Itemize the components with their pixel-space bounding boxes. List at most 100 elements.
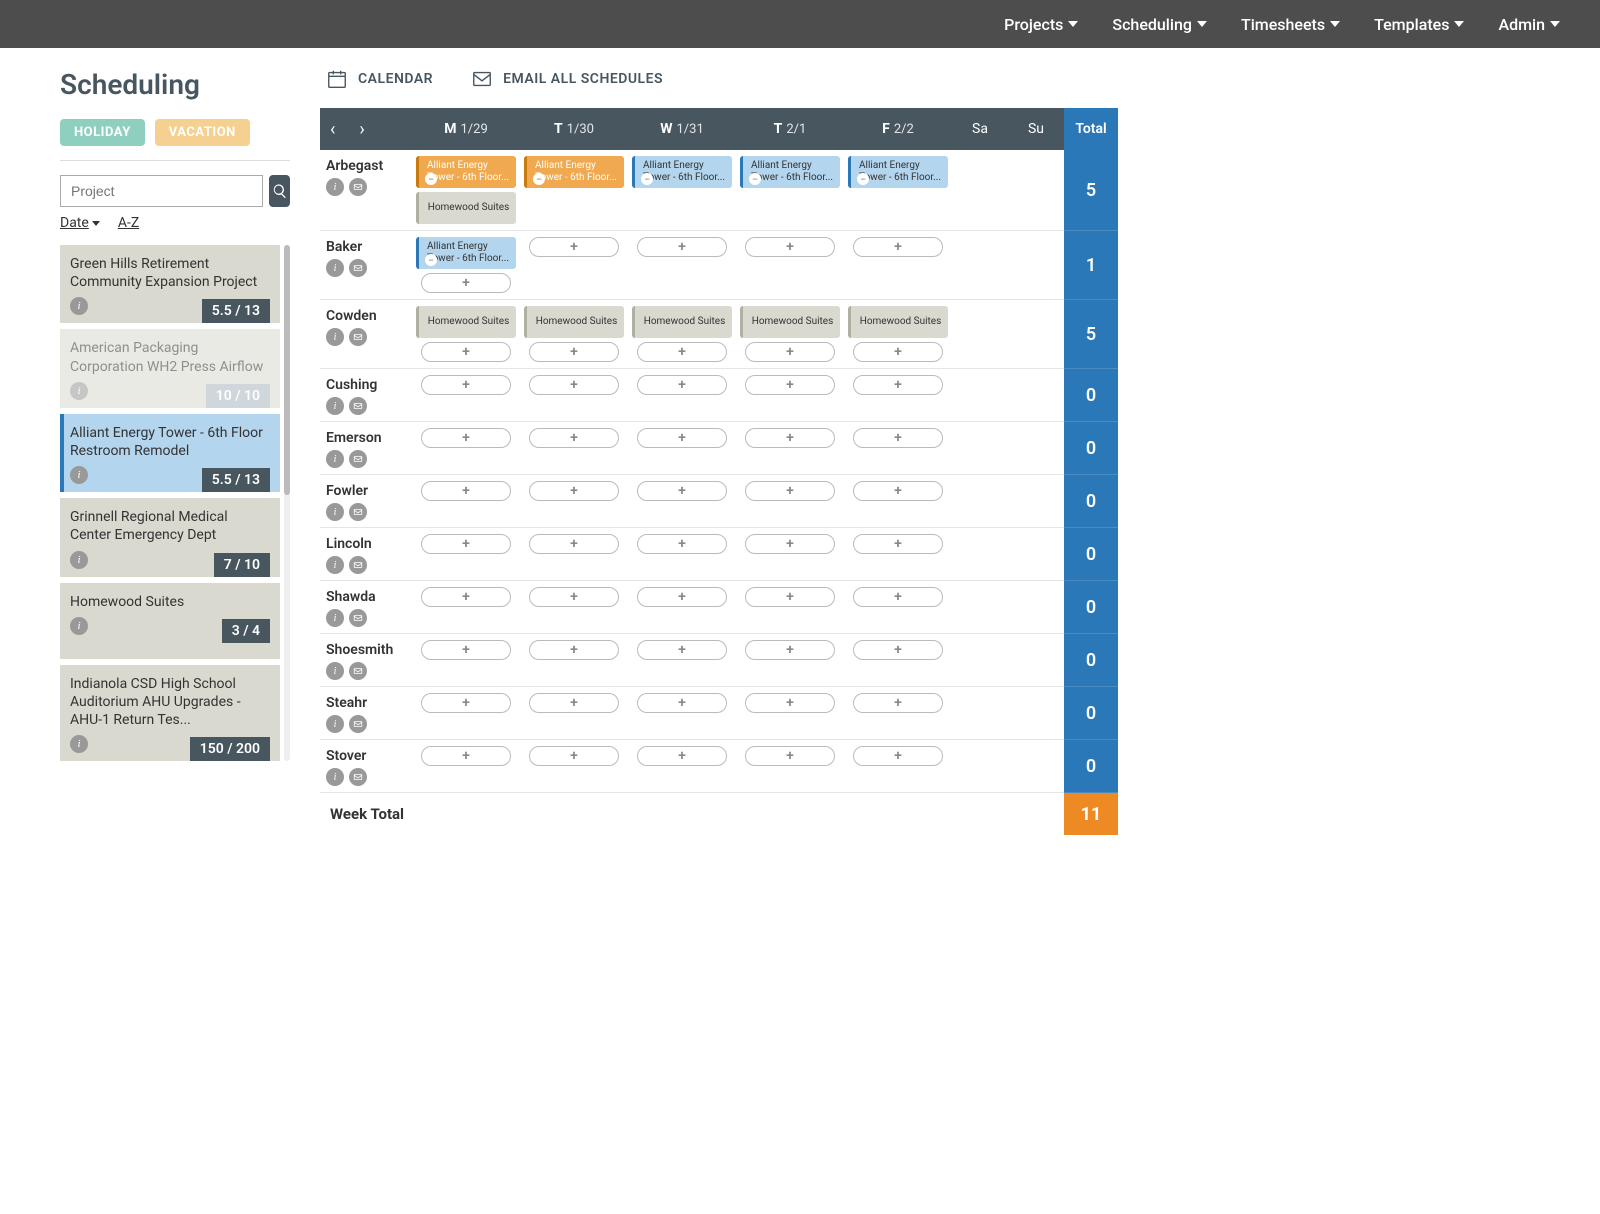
add-assignment-button[interactable]: +: [853, 640, 943, 660]
add-assignment-button[interactable]: +: [637, 587, 727, 607]
scrollbar[interactable]: [284, 245, 290, 761]
sort-az[interactable]: A-Z: [118, 215, 139, 231]
project-card[interactable]: Green Hills Retirement Community Expansi…: [60, 245, 280, 323]
remove-assignment-button[interactable]: −: [749, 173, 761, 185]
assignment-card[interactable]: Alliant Energy Tower - 6th Floor...−: [632, 156, 732, 188]
add-assignment-button[interactable]: +: [745, 375, 835, 395]
email-icon[interactable]: [349, 259, 367, 277]
add-assignment-button[interactable]: +: [745, 587, 835, 607]
add-assignment-button[interactable]: +: [745, 237, 835, 257]
project-card[interactable]: Indianola CSD High School Auditorium AHU…: [60, 665, 280, 762]
add-assignment-button[interactable]: +: [853, 237, 943, 257]
nav-admin[interactable]: Admin: [1498, 15, 1560, 34]
email-icon[interactable]: [349, 503, 367, 521]
info-icon[interactable]: i: [70, 617, 88, 635]
vacation-tag[interactable]: VACATION: [155, 119, 250, 146]
assignment-card[interactable]: Alliant Energy Tower - 6th Floor...−: [848, 156, 948, 188]
add-assignment-button[interactable]: +: [745, 342, 835, 362]
add-assignment-button[interactable]: +: [853, 587, 943, 607]
add-assignment-button[interactable]: +: [421, 273, 511, 293]
add-assignment-button[interactable]: +: [529, 587, 619, 607]
add-assignment-button[interactable]: +: [637, 428, 727, 448]
add-assignment-button[interactable]: +: [421, 746, 511, 766]
add-assignment-button[interactable]: +: [637, 342, 727, 362]
add-assignment-button[interactable]: +: [745, 693, 835, 713]
nav-timesheets[interactable]: Timesheets: [1241, 15, 1340, 34]
add-assignment-button[interactable]: +: [421, 481, 511, 501]
assignment-card[interactable]: Alliant Energy Tower - 6th Floor...−: [416, 156, 516, 188]
add-assignment-button[interactable]: +: [529, 534, 619, 554]
remove-assignment-button[interactable]: −: [533, 173, 545, 185]
holiday-tag[interactable]: HOLIDAY: [60, 119, 145, 146]
info-icon[interactable]: i: [326, 397, 344, 415]
prev-week-button[interactable]: ‹: [330, 119, 335, 140]
add-assignment-button[interactable]: +: [745, 640, 835, 660]
add-assignment-button[interactable]: +: [637, 746, 727, 766]
add-assignment-button[interactable]: +: [529, 640, 619, 660]
add-assignment-button[interactable]: +: [421, 693, 511, 713]
email-icon[interactable]: [349, 715, 367, 733]
add-assignment-button[interactable]: +: [853, 746, 943, 766]
info-icon[interactable]: i: [326, 768, 344, 786]
remove-assignment-button[interactable]: −: [425, 254, 437, 266]
info-icon[interactable]: i: [326, 178, 344, 196]
remove-assignment-button[interactable]: −: [425, 173, 437, 185]
search-button[interactable]: [269, 175, 290, 207]
add-assignment-button[interactable]: +: [637, 481, 727, 501]
info-icon[interactable]: i: [326, 662, 344, 680]
email-icon[interactable]: [349, 556, 367, 574]
project-card[interactable]: Grinnell Regional Medical Center Emergen…: [60, 498, 280, 576]
assignment-card[interactable]: Homewood Suites: [416, 306, 516, 338]
add-assignment-button[interactable]: +: [853, 375, 943, 395]
assignment-card[interactable]: Alliant Energy Tower - 6th Floor...−: [416, 237, 516, 269]
info-icon[interactable]: i: [326, 259, 344, 277]
email-schedules-button[interactable]: EMAIL ALL SCHEDULES: [471, 68, 663, 90]
info-icon[interactable]: i: [326, 556, 344, 574]
remove-assignment-button[interactable]: −: [641, 173, 653, 185]
project-card[interactable]: Homewood Suites i 3 / 4: [60, 583, 280, 659]
add-assignment-button[interactable]: +: [637, 640, 727, 660]
info-icon[interactable]: i: [70, 382, 88, 400]
add-assignment-button[interactable]: +: [637, 693, 727, 713]
add-assignment-button[interactable]: +: [529, 481, 619, 501]
add-assignment-button[interactable]: +: [529, 342, 619, 362]
add-assignment-button[interactable]: +: [853, 342, 943, 362]
nav-templates[interactable]: Templates: [1374, 15, 1464, 34]
add-assignment-button[interactable]: +: [637, 534, 727, 554]
add-assignment-button[interactable]: +: [745, 534, 835, 554]
email-icon[interactable]: [349, 609, 367, 627]
nav-projects[interactable]: Projects: [1004, 15, 1078, 34]
assignment-card[interactable]: Alliant Energy Tower - 6th Floor...−: [524, 156, 624, 188]
assignment-card[interactable]: Homewood Suites: [740, 306, 840, 338]
info-icon[interactable]: i: [326, 450, 344, 468]
project-card[interactable]: Alliant Energy Tower - 6th Floor Restroo…: [60, 414, 280, 492]
add-assignment-button[interactable]: +: [529, 375, 619, 395]
email-icon[interactable]: [349, 328, 367, 346]
sort-date[interactable]: Date: [60, 215, 100, 231]
add-assignment-button[interactable]: +: [421, 534, 511, 554]
add-assignment-button[interactable]: +: [637, 375, 727, 395]
add-assignment-button[interactable]: +: [745, 746, 835, 766]
add-assignment-button[interactable]: +: [529, 746, 619, 766]
assignment-card[interactable]: Homewood Suites: [632, 306, 732, 338]
info-icon[interactable]: i: [70, 466, 88, 484]
add-assignment-button[interactable]: +: [421, 587, 511, 607]
assignment-card[interactable]: Homewood Suites: [416, 192, 516, 224]
add-assignment-button[interactable]: +: [421, 342, 511, 362]
search-input[interactable]: [60, 175, 263, 207]
email-icon[interactable]: [349, 450, 367, 468]
add-assignment-button[interactable]: +: [853, 693, 943, 713]
assignment-card[interactable]: Homewood Suites: [848, 306, 948, 338]
email-icon[interactable]: [349, 178, 367, 196]
add-assignment-button[interactable]: +: [421, 428, 511, 448]
project-card[interactable]: American Packaging Corporation WH2 Press…: [60, 329, 280, 407]
info-icon[interactable]: i: [70, 551, 88, 569]
add-assignment-button[interactable]: +: [421, 640, 511, 660]
next-week-button[interactable]: ›: [359, 119, 364, 140]
email-icon[interactable]: [349, 768, 367, 786]
assignment-card[interactable]: Alliant Energy Tower - 6th Floor...−: [740, 156, 840, 188]
info-icon[interactable]: i: [326, 715, 344, 733]
email-icon[interactable]: [349, 397, 367, 415]
remove-assignment-button[interactable]: −: [857, 173, 869, 185]
calendar-button[interactable]: CALENDAR: [326, 68, 433, 90]
